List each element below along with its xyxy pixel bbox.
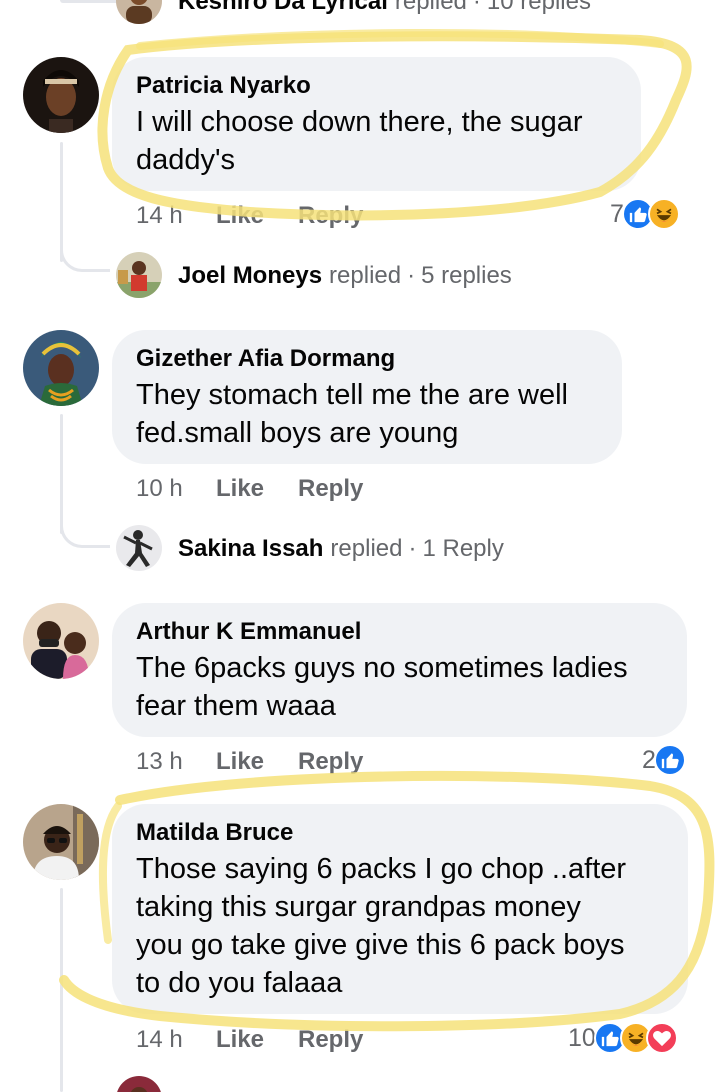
haha-icon [647, 198, 680, 230]
reply-button[interactable]: Reply [298, 748, 363, 776]
reply-button[interactable]: Reply [298, 1026, 363, 1054]
comment-time[interactable]: 13 h [136, 748, 216, 776]
thread-connector [60, 0, 118, 3]
reply-count[interactable]: 10 replies [487, 0, 591, 16]
thread-connector [60, 232, 110, 272]
comment-bubble[interactable]: Matilda Bruce Those saying 6 packs I go … [112, 804, 688, 1014]
comment-actions: 14 h Like Reply [136, 202, 363, 230]
comment-bubble[interactable]: Patricia Nyarko I will choose down there… [112, 57, 641, 191]
comment-actions: 14 h Like Reply [136, 1026, 363, 1054]
love-icon [645, 1022, 678, 1054]
avatar[interactable] [23, 330, 99, 406]
separator-dot: · [408, 535, 417, 562]
thread-line [60, 888, 63, 1092]
comment-bubble[interactable]: Arthur K Emmanuel The 6packs guys no som… [112, 603, 687, 737]
comment-text: The 6packs guys no sometimes ladies fear … [136, 652, 628, 722]
comment-text: I will choose down there, the sugar daddy… [136, 106, 583, 176]
reaction-summary[interactable]: 10 [568, 1022, 678, 1054]
replied-label: replied [330, 535, 403, 562]
comment-time[interactable]: 14 h [136, 202, 216, 230]
avatar[interactable] [116, 0, 162, 24]
separator-dot: · [407, 262, 416, 289]
replied-row[interactable]: Keshiro Da Lyrical replied · 10 replies [178, 0, 591, 16]
reply-count[interactable]: 5 replies [421, 262, 512, 290]
replier-name[interactable]: Sakina Issah [178, 535, 323, 563]
avatar[interactable] [23, 804, 99, 880]
comment-actions: 10 h Like Reply [136, 475, 363, 503]
like-button[interactable]: Like [216, 748, 298, 776]
replied-row[interactable]: Sakina Issah replied · 1 Reply [178, 535, 504, 563]
reaction-summary[interactable]: 2 [642, 744, 686, 776]
comment-author[interactable]: Arthur K Emmanuel [136, 617, 663, 647]
comment-author[interactable]: Patricia Nyarko [136, 71, 617, 101]
comment-actions: 13 h Like Reply [136, 748, 363, 776]
comment-text: They stomach tell me the are well fed.sma… [136, 379, 568, 449]
reply-button[interactable]: Reply [298, 202, 363, 230]
like-button[interactable]: Like [216, 202, 298, 230]
replier-name[interactable]: Keshiro Da Lyrical [178, 0, 388, 16]
avatar[interactable] [116, 252, 162, 298]
avatar[interactable] [116, 525, 162, 571]
comment-time[interactable]: 10 h [136, 475, 216, 503]
like-button[interactable]: Like [216, 1026, 298, 1054]
reaction-count: 10 [568, 1023, 596, 1052]
separator-dot: · [472, 0, 481, 15]
thread-connector [60, 508, 110, 548]
comment-bubble[interactable]: Gizether Afia Dormang They stomach tell … [112, 330, 622, 464]
comment-author[interactable]: Matilda Bruce [136, 818, 664, 848]
replied-row[interactable]: Joel Moneys replied · 5 replies [178, 262, 512, 290]
reply-button[interactable]: Reply [298, 475, 363, 503]
reply-count[interactable]: 1 Reply [422, 535, 503, 563]
like-icon [653, 744, 686, 776]
replied-label: replied [394, 0, 467, 15]
comment-text: Those saying 6 packs I go chop ..after ta… [136, 853, 627, 999]
like-button[interactable]: Like [216, 475, 298, 503]
comment-author[interactable]: Gizether Afia Dormang [136, 344, 598, 374]
comment-time[interactable]: 14 h [136, 1026, 216, 1054]
avatar[interactable] [116, 1076, 162, 1092]
avatar[interactable] [23, 57, 99, 133]
avatar[interactable] [23, 603, 99, 679]
replier-name[interactable]: Joel Moneys [178, 262, 322, 290]
replied-label: replied [329, 262, 402, 289]
reaction-summary[interactable]: 7 [610, 198, 680, 230]
